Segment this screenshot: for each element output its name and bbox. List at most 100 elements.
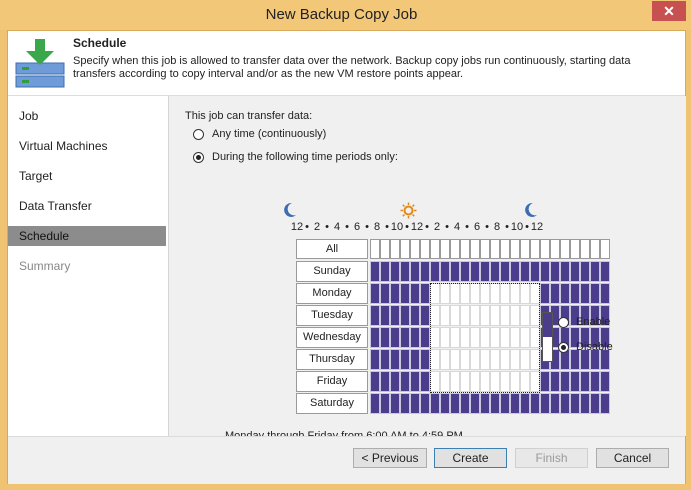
schedule-cell[interactable] — [410, 349, 420, 370]
schedule-cell[interactable] — [420, 283, 430, 304]
hour-column-header[interactable] — [370, 239, 380, 259]
day-header-wednesday[interactable]: Wednesday — [296, 327, 368, 348]
day-header-tuesday[interactable]: Tuesday — [296, 305, 368, 326]
schedule-cell[interactable] — [570, 261, 580, 282]
schedule-cell[interactable] — [530, 393, 540, 414]
schedule-cell[interactable] — [390, 305, 400, 326]
any-time-radio[interactable] — [193, 129, 204, 140]
schedule-cell[interactable] — [380, 371, 390, 392]
schedule-cell[interactable] — [560, 261, 570, 282]
schedule-cell[interactable] — [420, 305, 430, 326]
title-bar[interactable]: New Backup Copy Job ✕ — [0, 0, 691, 30]
schedule-cell[interactable] — [400, 261, 410, 282]
schedule-cell[interactable] — [590, 371, 600, 392]
create-button[interactable]: Create — [434, 448, 507, 468]
schedule-cell[interactable] — [570, 393, 580, 414]
schedule-cell[interactable] — [370, 349, 380, 370]
day-header-friday[interactable]: Friday — [296, 371, 368, 392]
schedule-cell[interactable] — [430, 393, 440, 414]
schedule-cell[interactable] — [430, 261, 440, 282]
hour-column-header[interactable] — [460, 239, 470, 259]
schedule-cell[interactable] — [410, 283, 420, 304]
hour-column-header[interactable] — [390, 239, 400, 259]
day-header-monday[interactable]: Monday — [296, 283, 368, 304]
schedule-cell[interactable] — [590, 261, 600, 282]
schedule-cell[interactable] — [540, 371, 550, 392]
schedule-cell[interactable] — [530, 261, 540, 282]
step-virtual-machines[interactable]: Virtual Machines — [8, 136, 166, 156]
schedule-cell[interactable] — [470, 393, 480, 414]
hour-column-header[interactable] — [490, 239, 500, 259]
schedule-cell[interactable] — [600, 261, 610, 282]
hour-column-header[interactable] — [410, 239, 420, 259]
schedule-cell[interactable] — [560, 371, 570, 392]
schedule-cell[interactable] — [400, 283, 410, 304]
disable-radio[interactable] — [558, 342, 569, 353]
enable-radio[interactable] — [558, 317, 569, 328]
cancel-button[interactable]: Cancel — [596, 448, 669, 468]
time-periods-label[interactable]: During the following time periods only: — [212, 151, 398, 163]
schedule-cell[interactable] — [370, 371, 380, 392]
schedule-cell[interactable] — [400, 349, 410, 370]
schedule-cell[interactable] — [390, 393, 400, 414]
schedule-cell[interactable] — [600, 283, 610, 304]
schedule-cell[interactable] — [570, 283, 580, 304]
schedule-cell[interactable] — [600, 393, 610, 414]
hour-column-header[interactable] — [590, 239, 600, 259]
schedule-cell[interactable] — [450, 393, 460, 414]
schedule-cell[interactable] — [500, 261, 510, 282]
schedule-cell[interactable] — [510, 393, 520, 414]
hour-column-header[interactable] — [550, 239, 560, 259]
schedule-cell[interactable] — [410, 261, 420, 282]
schedule-cell[interactable] — [420, 327, 430, 348]
schedule-cell[interactable] — [590, 393, 600, 414]
schedule-cell[interactable] — [440, 393, 450, 414]
hour-column-header[interactable] — [480, 239, 490, 259]
schedule-cell[interactable] — [440, 261, 450, 282]
schedule-cell[interactable] — [420, 371, 430, 392]
hour-column-header[interactable] — [510, 239, 520, 259]
schedule-cell[interactable] — [490, 261, 500, 282]
schedule-cell[interactable] — [380, 261, 390, 282]
step-job[interactable]: Job — [8, 106, 166, 126]
schedule-cell[interactable] — [390, 261, 400, 282]
schedule-cell[interactable] — [580, 283, 590, 304]
schedule-cell[interactable] — [520, 393, 530, 414]
schedule-cell[interactable] — [380, 349, 390, 370]
day-header-thursday[interactable]: Thursday — [296, 349, 368, 370]
schedule-cell[interactable] — [370, 283, 380, 304]
schedule-cell[interactable] — [420, 261, 430, 282]
hour-column-header[interactable] — [600, 239, 610, 259]
schedule-cell[interactable] — [410, 327, 420, 348]
schedule-cell[interactable] — [410, 305, 420, 326]
step-data-transfer[interactable]: Data Transfer — [8, 196, 166, 216]
schedule-cell[interactable] — [480, 393, 490, 414]
schedule-cell[interactable] — [550, 393, 560, 414]
schedule-cell[interactable] — [370, 261, 380, 282]
time-periods-radio[interactable] — [193, 152, 204, 163]
schedule-cell[interactable] — [580, 393, 590, 414]
hour-column-header[interactable] — [450, 239, 460, 259]
hour-column-header[interactable] — [470, 239, 480, 259]
close-button[interactable]: ✕ — [652, 1, 686, 21]
schedule-cell[interactable] — [560, 393, 570, 414]
schedule-cell[interactable] — [550, 261, 560, 282]
disable-label[interactable]: Disable — [576, 341, 613, 353]
schedule-cell[interactable] — [380, 327, 390, 348]
day-header-saturday[interactable]: Saturday — [296, 393, 368, 414]
schedule-cell[interactable] — [390, 371, 400, 392]
schedule-cell[interactable] — [520, 261, 530, 282]
hour-column-header[interactable] — [520, 239, 530, 259]
day-header-sunday[interactable]: Sunday — [296, 261, 368, 282]
schedule-cell[interactable] — [490, 393, 500, 414]
schedule-cell[interactable] — [380, 305, 390, 326]
schedule-cell[interactable] — [380, 283, 390, 304]
hour-column-header[interactable] — [570, 239, 580, 259]
schedule-cell[interactable] — [370, 393, 380, 414]
schedule-cell[interactable] — [390, 349, 400, 370]
schedule-cell[interactable] — [420, 349, 430, 370]
schedule-cell[interactable] — [410, 371, 420, 392]
schedule-cell[interactable] — [400, 371, 410, 392]
hour-column-header[interactable] — [530, 239, 540, 259]
previous-button[interactable]: < Previous — [353, 448, 427, 468]
